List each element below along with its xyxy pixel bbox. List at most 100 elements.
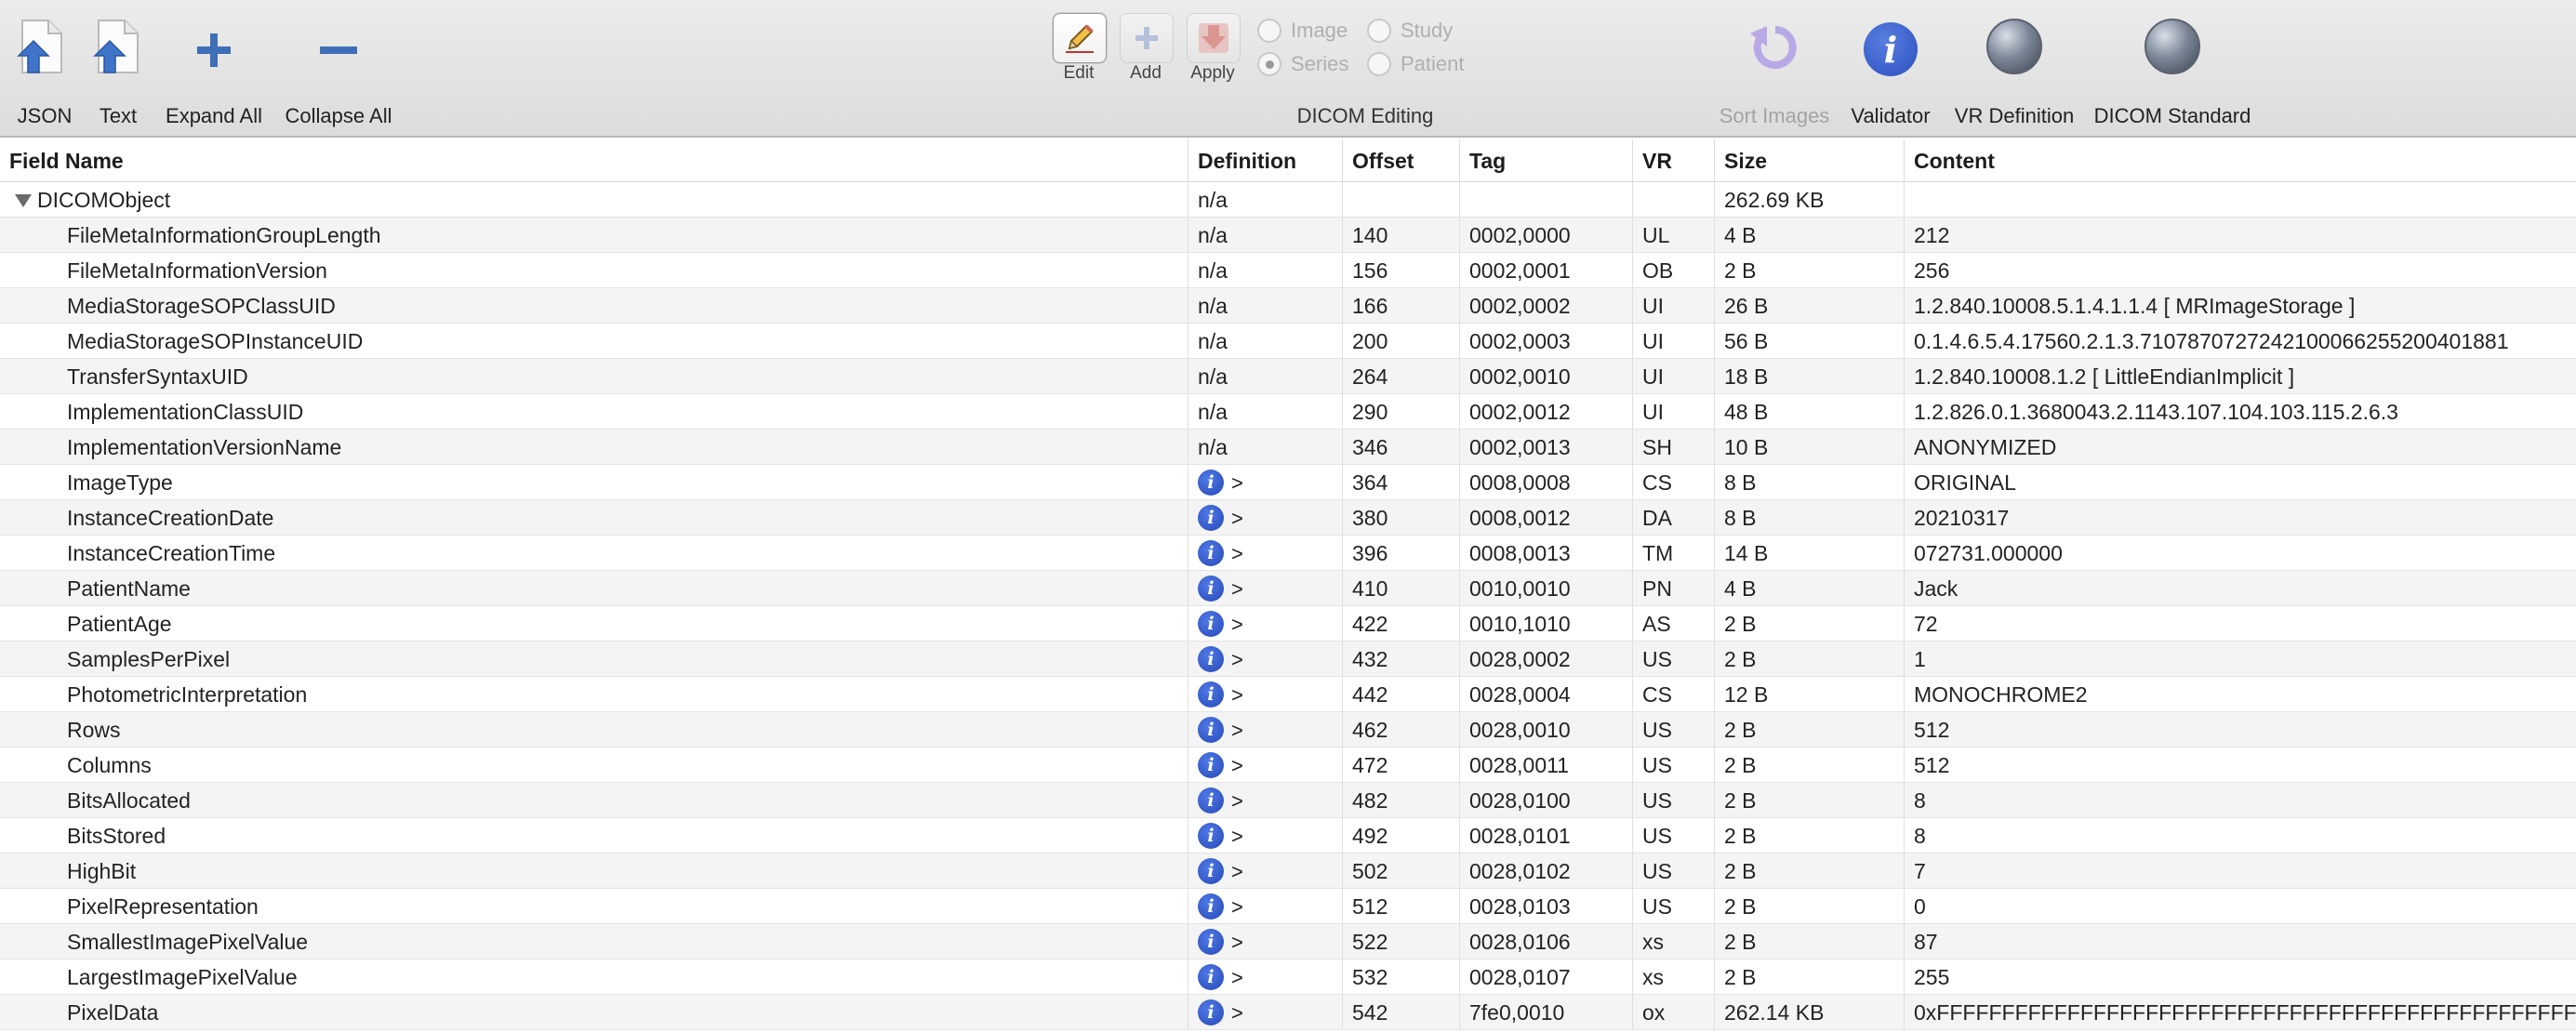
definition-arrow-icon[interactable]: > (1231, 719, 1243, 742)
definition-arrow-icon[interactable]: > (1231, 931, 1243, 954)
text-export-icon (93, 20, 139, 73)
definition-arrow-icon[interactable]: > (1231, 789, 1243, 813)
table-row[interactable]: BitsAllocated i >482 0028,0100 US 2 B8 (0, 783, 2576, 818)
size-cell: 10 B (1715, 430, 1905, 465)
table-row[interactable]: ImplementationClassUID n/a 290 0002,0012 UI 4… (0, 394, 2576, 430)
definition-info-icon[interactable]: i (1198, 857, 1224, 884)
radio-series[interactable]: Series (1257, 52, 1348, 76)
definition-info-icon[interactable]: i (1198, 539, 1224, 566)
definition-arrow-icon[interactable]: > (1231, 507, 1243, 530)
text-button[interactable]: Text (86, 0, 151, 138)
apply-button[interactable] (1187, 13, 1241, 63)
table-row[interactable]: InstanceCreationDate i >380 0008,0012 DA 8 B2… (0, 500, 2576, 536)
dicom-standard-button[interactable]: DICOM Standard (2089, 0, 2251, 138)
sort-images-button[interactable]: Sort Images (1711, 0, 1838, 138)
table-row[interactable]: BitsStored i >492 0028,0101 US 2 B8 (0, 818, 2576, 853)
field-name-cell: DICOMObject (0, 182, 1188, 218)
column-header-size[interactable]: Size (1715, 139, 1905, 182)
radio-image[interactable]: Image (1257, 19, 1348, 43)
definition-info-icon[interactable]: i (1198, 645, 1224, 672)
table-row[interactable]: InstanceCreationTime i >396 0008,0013 TM 14 B… (0, 536, 2576, 571)
definition-arrow-icon[interactable]: > (1231, 613, 1243, 636)
definition-cell: i > (1188, 924, 1343, 959)
tag-cell: 7fe0,0010 (1460, 995, 1633, 1030)
info-icon: i (1864, 22, 1918, 76)
size-cell: 2 B (1715, 748, 1905, 783)
definition-arrow-icon[interactable]: > (1231, 966, 1243, 989)
table-row[interactable]: Columns i >472 0028,0011 US 2 B 512 (0, 748, 2576, 783)
table-row[interactable]: ImageType i >364 0008,0008 CS 8 B ORIGINAL (0, 465, 2576, 500)
table-row-root[interactable]: DICOMObject n/a 262.69 KB (0, 182, 2576, 218)
definition-arrow-icon[interactable]: > (1231, 577, 1243, 601)
validator-button[interactable]: i Validator (1841, 0, 1940, 138)
table-row[interactable]: SmallestImagePixelValue i >522 0028,0106 xs 2… (0, 924, 2576, 959)
definition-info-icon[interactable]: i (1198, 575, 1224, 602)
definition-cell: i > (1188, 465, 1343, 500)
json-button-label: JSON (17, 104, 73, 127)
definition-info-icon[interactable]: i (1198, 751, 1224, 778)
expand-all-button[interactable]: Expand All (158, 0, 270, 138)
offset-cell: 442 (1343, 677, 1460, 712)
column-header-definition[interactable]: Definition (1188, 139, 1343, 182)
dicom-tag-table[interactable]: Field Name Definition Offset Tag VR Size… (0, 139, 2576, 1032)
table-row[interactable]: SamplesPerPixel i >432 0028,0002 US 2 B1 (0, 642, 2576, 677)
table-row[interactable]: PixelRepresentation i >512 0028,0103 US 2 B0 (0, 889, 2576, 924)
column-header-field-name[interactable]: Field Name (0, 139, 1188, 182)
table-row[interactable]: PatientAge i >422 0010,1010 AS 2 B 72 (0, 606, 2576, 642)
table-row[interactable]: ImplementationVersionName n/a 346 0002,0013… (0, 430, 2576, 465)
table-row[interactable]: Rows i >462 0028,0010 US 2 B 512 (0, 712, 2576, 748)
definition-arrow-icon[interactable]: > (1231, 860, 1243, 883)
add-button[interactable] (1120, 13, 1174, 63)
disclosure-triangle-icon[interactable] (15, 194, 32, 207)
table-row[interactable]: HighBit i >502 0028,0102 US 2 B7 (0, 853, 2576, 889)
table-row[interactable]: TransferSyntaxUID n/a 264 0002,0010 UI 18 B 1.… (0, 359, 2576, 394)
size-cell: 4 B (1715, 571, 1905, 606)
vr-definition-button[interactable]: VR Definition (1947, 0, 2081, 138)
radio-study[interactable]: Study (1367, 19, 1453, 43)
definition-info-icon[interactable]: i (1198, 999, 1224, 1025)
offset-cell: 512 (1343, 889, 1460, 924)
definition-info-icon[interactable]: i (1198, 469, 1224, 496)
offset-cell: 290 (1343, 394, 1460, 430)
edit-button[interactable] (1053, 13, 1107, 63)
definition-info-icon[interactable]: i (1198, 610, 1224, 637)
table-row[interactable]: MediaStorageSOPInstanceUID n/a 200 0002,000… (0, 324, 2576, 359)
table-row[interactable]: MediaStorageSOPClassUID n/a 166 0002,0002 UI… (0, 288, 2576, 324)
definition-arrow-icon[interactable]: > (1231, 754, 1243, 777)
definition-arrow-icon[interactable]: > (1231, 683, 1243, 707)
definition-info-icon[interactable]: i (1198, 822, 1224, 849)
definition-info-icon[interactable]: i (1198, 504, 1224, 531)
table-row[interactable]: PixelData i >542 7fe0,0010 ox 262.14 KB 0xFFFF… (0, 995, 2576, 1030)
definition-info-icon[interactable]: i (1198, 787, 1224, 814)
content-cell: Jack (1914, 576, 1959, 601)
field-name-cell: InstanceCreationTime (0, 536, 1188, 571)
definition-info-icon[interactable]: i (1198, 928, 1224, 955)
json-button[interactable]: JSON (0, 0, 86, 138)
collapse-all-button[interactable]: Collapse All (277, 0, 400, 138)
column-header-tag[interactable]: Tag (1460, 139, 1633, 182)
definition-arrow-icon[interactable]: > (1231, 648, 1243, 671)
definition-arrow-icon[interactable]: > (1231, 1001, 1243, 1025)
column-header-content[interactable]: Content (1905, 139, 2576, 182)
table-row[interactable]: LargestImagePixelValue i >532 0028,0107 xs 2 … (0, 959, 2576, 995)
table-row[interactable]: PatientName i >410 0010,0010 PN 4 B Jack (0, 571, 2576, 606)
definition-arrow-icon[interactable]: > (1231, 825, 1243, 848)
definition-arrow-icon[interactable]: > (1231, 471, 1243, 495)
definition-cell: i > (1188, 889, 1343, 924)
definition-arrow-icon[interactable]: > (1231, 542, 1243, 565)
field-name-cell: PatientName (0, 571, 1188, 606)
column-header-vr[interactable]: VR (1633, 139, 1715, 182)
content-cell: ANONYMIZED (1914, 435, 2057, 459)
table-row[interactable]: PhotometricInterpretation i >442 0028,0004 C… (0, 677, 2576, 712)
definition-info-icon[interactable]: i (1198, 681, 1224, 708)
radio-patient[interactable]: Patient (1367, 52, 1465, 76)
content-cell: 512 (1914, 753, 1950, 777)
size-cell: 2 B (1715, 606, 1905, 642)
column-header-offset[interactable]: Offset (1343, 139, 1460, 182)
table-row[interactable]: FileMetaInformationGroupLength n/a 140 0002… (0, 218, 2576, 253)
definition-info-icon[interactable]: i (1198, 893, 1224, 920)
definition-arrow-icon[interactable]: > (1231, 895, 1243, 919)
definition-info-icon[interactable]: i (1198, 716, 1224, 743)
definition-info-icon[interactable]: i (1198, 963, 1224, 990)
table-row[interactable]: FileMetaInformationVersion n/a 156 0002,000… (0, 253, 2576, 288)
